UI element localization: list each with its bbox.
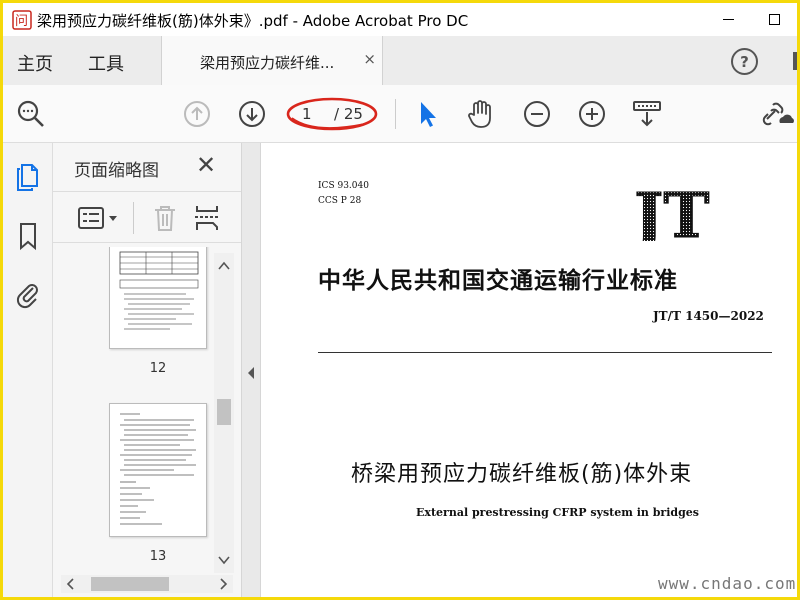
tab-document[interactable]: 梁用预应力碳纤维... × — [161, 36, 383, 85]
extract-page-icon — [195, 206, 219, 230]
collapse-arrow-icon — [248, 367, 254, 379]
thumbnail-page-number: 13 — [149, 549, 167, 564]
options-list-icon — [78, 207, 117, 229]
page-thumbnails-button[interactable] — [15, 163, 41, 193]
page-up-icon — [184, 101, 210, 127]
thumbnail-page-number: 12 — [149, 361, 167, 376]
hand-tool-icon — [468, 100, 491, 128]
bookmarks-icon — [20, 223, 36, 251]
panel-toolbar — [53, 191, 241, 243]
toolbar: 1 / 25 — [3, 85, 797, 143]
options-menu-button[interactable] — [77, 204, 121, 232]
page-down-icon — [239, 101, 265, 127]
panel-toolbar-divider — [133, 202, 134, 234]
attachments-icon — [16, 284, 38, 309]
document-view[interactable]: ICS 93.040 CCS P 28 JT 中华人民共和国交通运输行业标准 J… — [261, 143, 797, 597]
page-thumbnail[interactable] — [109, 247, 207, 349]
chinese-title: 桥梁用预应力碳纤维板(筋)体外束 — [351, 462, 693, 487]
attachments-button[interactable] — [15, 279, 41, 309]
window-title: 梁用预应力碳纤维板(筋)体外束》.pdf - Adobe Acrobat Pro… — [37, 12, 469, 30]
scroll-mode-icon — [633, 101, 661, 127]
next-page-button[interactable] — [236, 98, 268, 130]
jt-logo-text: JT — [634, 185, 709, 241]
panel-title: 页面缩略图 — [74, 161, 159, 181]
english-title: External prestressing CFRP system in bri… — [416, 506, 699, 519]
thumbnails-panel: 页面缩略图 ✕ 12 13 — [53, 143, 241, 597]
zoom-in-button[interactable] — [576, 98, 608, 130]
trash-icon — [155, 206, 175, 231]
minimize-icon — [722, 19, 734, 20]
page-thumbnails-icon — [17, 164, 38, 191]
tab-bar-overflow — [793, 52, 797, 70]
maximize-icon — [768, 14, 780, 25]
previous-page-button[interactable] — [181, 98, 213, 130]
select-pointer-icon — [421, 102, 436, 127]
thumbnail-horizontal-scrollbar[interactable] — [61, 575, 233, 593]
app-icon: 问 — [12, 10, 32, 30]
panel-collapse-splitter[interactable] — [241, 143, 261, 597]
delete-page-button[interactable] — [151, 204, 179, 232]
tab-home[interactable]: 主页 — [17, 50, 53, 76]
help-icon: ? — [740, 52, 749, 71]
toolbar-divider — [395, 99, 396, 129]
title-bar: 问 梁用预应力碳纤维板(筋)体外束》.pdf - Adobe Acrobat P… — [3, 3, 797, 36]
standard-code: JT/T 1450—2022 — [653, 309, 764, 323]
scroll-mode-button[interactable] — [631, 98, 663, 130]
close-panel-icon[interactable]: ✕ — [196, 151, 216, 179]
thumbnail-list: 12 13 — [53, 247, 241, 597]
maximize-button[interactable] — [751, 3, 797, 36]
close-tab-icon[interactable]: × — [363, 50, 376, 68]
search-button[interactable] — [15, 98, 47, 130]
acrobat-window: 问 梁用预应力碳纤维板(筋)体外束》.pdf - Adobe Acrobat P… — [3, 3, 797, 597]
bookmarks-button[interactable] — [15, 221, 41, 251]
zoom-out-button[interactable] — [521, 98, 553, 130]
watermark: www.cndao.com — [658, 574, 797, 593]
share-link-button[interactable] — [761, 98, 797, 130]
title-rule — [318, 352, 772, 353]
ics-code: ICS 93.040 — [318, 181, 369, 191]
standard-title: 中华人民共和国交通运输行业标准 — [318, 267, 678, 294]
thumbnail-vertical-scrollbar[interactable] — [214, 253, 234, 573]
extract-page-button[interactable] — [193, 204, 221, 232]
hand-tool-button[interactable] — [464, 98, 496, 130]
share-link-icon — [762, 102, 794, 126]
page-thumbnail[interactable] — [109, 403, 207, 537]
select-tool-button[interactable] — [411, 98, 443, 130]
document-tab-label: 梁用预应力碳纤维... — [200, 54, 335, 72]
zoom-out-icon — [524, 101, 550, 127]
help-button[interactable]: ? — [731, 48, 758, 75]
tab-bar: 主页 工具 梁用预应力碳纤维... × ? — [3, 36, 797, 85]
page-number-input[interactable]: 1 — [302, 105, 312, 123]
zoom-in-icon — [579, 101, 605, 127]
highlight-ellipse — [286, 97, 378, 131]
search-icon — [17, 100, 44, 127]
jt-logo: JT — [629, 179, 746, 253]
tab-tools[interactable]: 工具 — [88, 50, 124, 76]
app-icon-glyph: 问 — [15, 14, 28, 29]
navigation-rail — [3, 143, 53, 597]
page-number-box: 1 / 25 — [286, 97, 378, 131]
minimize-button[interactable] — [705, 3, 751, 36]
ccs-code: CCS P 28 — [318, 196, 362, 206]
page-total-label: / 25 — [334, 105, 363, 123]
